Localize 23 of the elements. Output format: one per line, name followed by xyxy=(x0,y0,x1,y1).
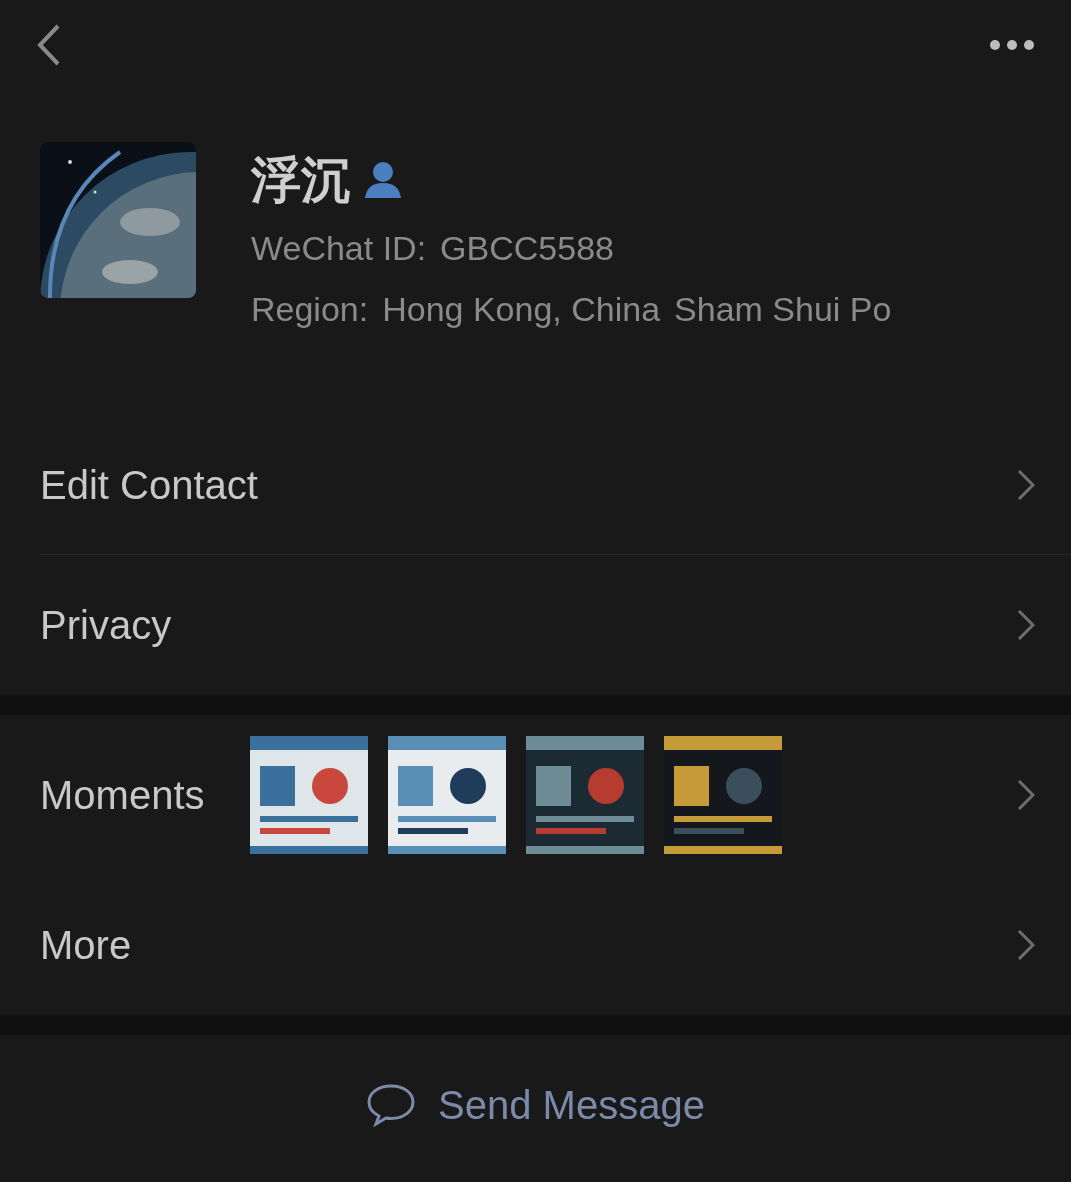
person-icon xyxy=(363,161,403,199)
district-value: Sham Shui Po xyxy=(674,289,892,330)
row-label: More xyxy=(40,922,133,969)
row-label: Edit Contact xyxy=(40,461,259,509)
row-label: Moments xyxy=(40,772,206,819)
row-label: Privacy xyxy=(40,602,173,649)
menu-row[interactable]: More xyxy=(0,875,1071,1015)
menu-row[interactable]: Privacy xyxy=(0,555,1071,695)
chevron-icon xyxy=(1017,929,1035,961)
chevron-icon xyxy=(1017,609,1035,641)
contact-name: 浮沉 xyxy=(251,155,351,205)
wechat-id: GBCC5588 xyxy=(440,228,614,269)
menu-row[interactable]: Moments xyxy=(0,715,1071,875)
more-icon[interactable] xyxy=(989,39,1035,51)
wechat-id-label: WeChat ID: xyxy=(251,228,427,269)
menu-row[interactable]: Edit Contact xyxy=(0,415,1071,554)
region-label: Region: xyxy=(251,289,369,330)
back-icon[interactable] xyxy=(36,24,62,66)
region-value: Hong Kong, China xyxy=(382,289,661,330)
chevron-icon xyxy=(1017,779,1035,811)
send-message-button[interactable]: Send Message xyxy=(366,1075,705,1135)
chevron-icon xyxy=(1017,468,1035,501)
chat-bubble-icon xyxy=(366,1083,417,1127)
